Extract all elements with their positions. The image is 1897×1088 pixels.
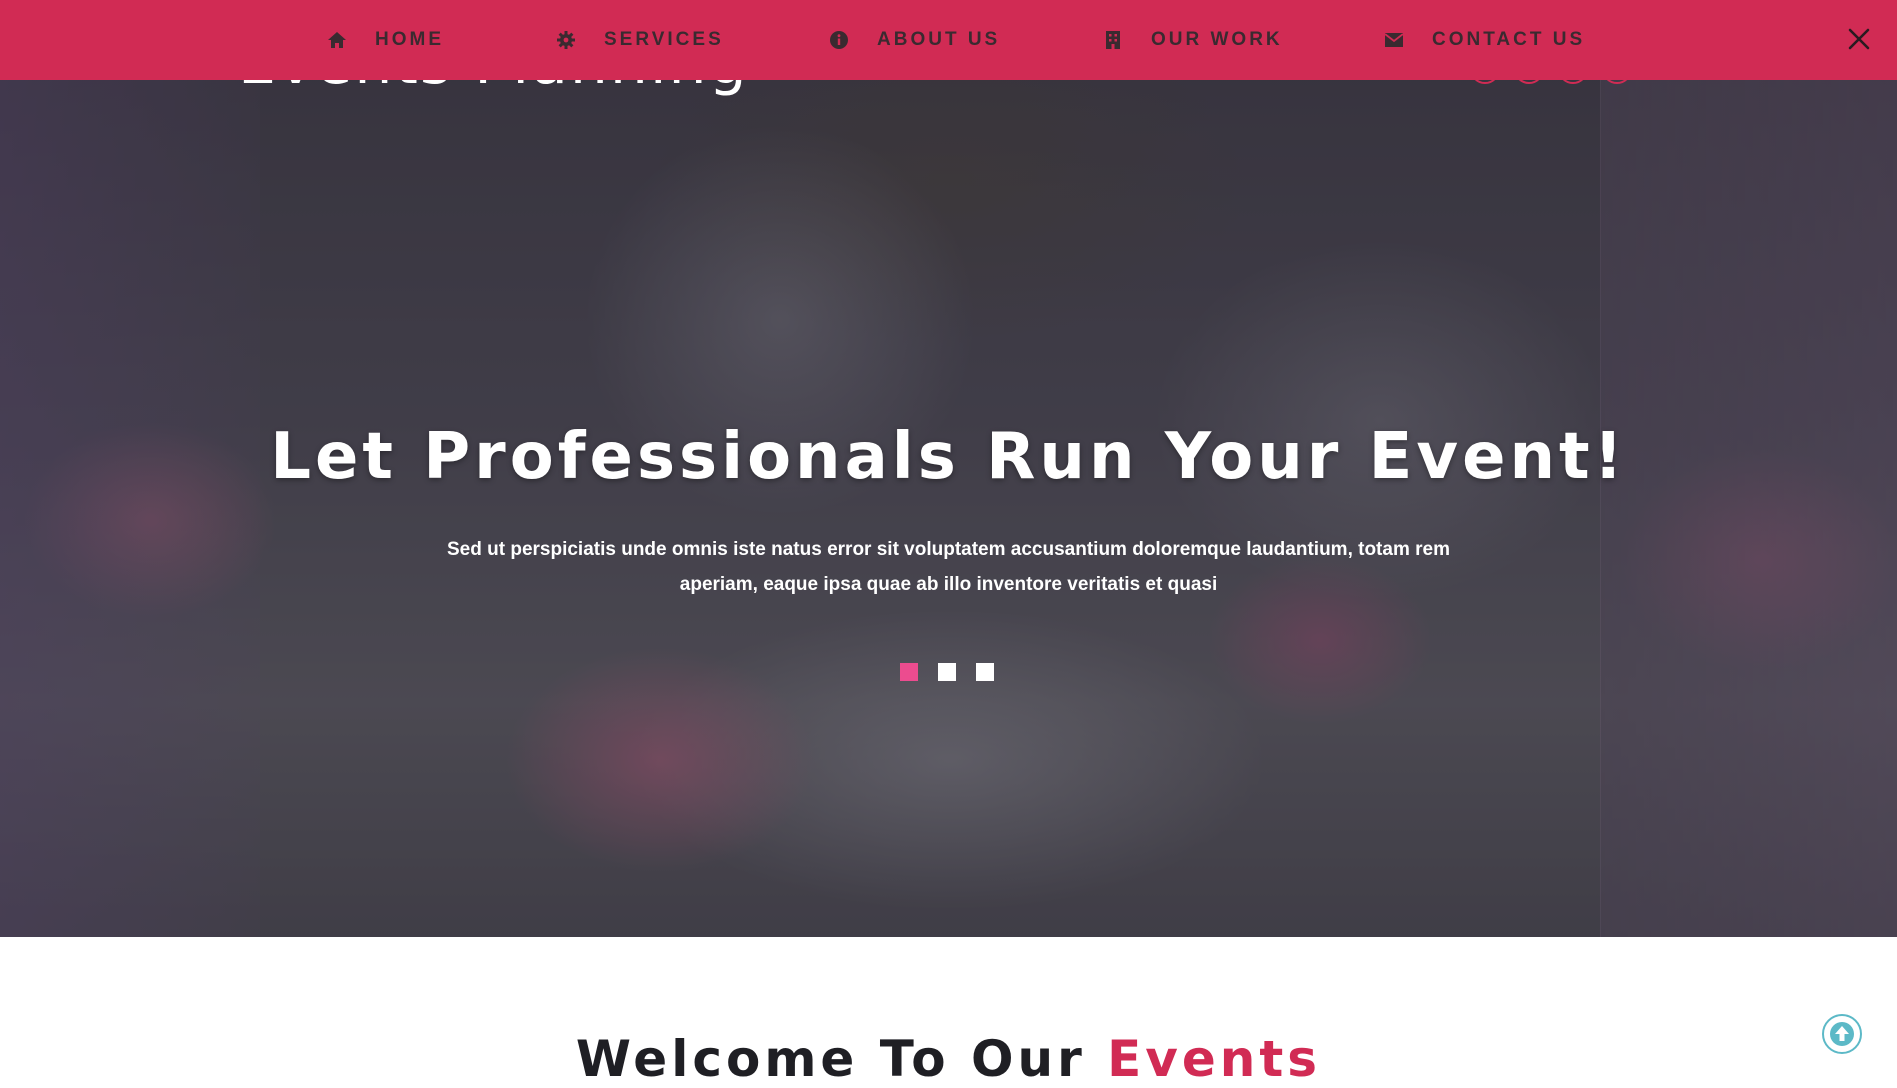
slider-dot-3[interactable]: [976, 663, 994, 681]
nav-label: OUR WORK: [1151, 29, 1283, 50]
hero-description: Sed ut perspiciatis unde omnis iste natu…: [447, 539, 1450, 595]
hero-banner: Events Planning Let Professionals Run Yo…: [0, 0, 1897, 937]
hero-title: Let Professionals Run Your Event!: [270, 420, 1627, 494]
close-menu-button[interactable]: [1846, 26, 1872, 52]
close-icon: [1848, 28, 1870, 50]
info-icon: [829, 30, 849, 50]
nav-item-about-us[interactable]: ABOUT US: [829, 0, 1000, 80]
welcome-heading-prefix: Welcome To Our: [575, 1030, 1108, 1088]
slider-pagination: [900, 663, 994, 681]
nav-item-services[interactable]: SERVICES: [556, 0, 724, 80]
nav-item-home[interactable]: HOME: [327, 0, 444, 80]
nav-label: CONTACT US: [1432, 29, 1586, 50]
envelope-icon: [1384, 30, 1404, 50]
scroll-to-top-button[interactable]: [1822, 1014, 1862, 1054]
top-navigation-bar: HOME SERVICES ABOUT US OUR WORK CONTACT …: [0, 0, 1897, 80]
nav-item-contact-us[interactable]: CONTACT US: [1384, 0, 1585, 80]
nav-label: HOME: [375, 29, 444, 50]
nav-label: ABOUT US: [877, 29, 1001, 50]
gear-icon: [556, 30, 576, 50]
welcome-heading-accent: Events: [1107, 1030, 1322, 1088]
nav-label: SERVICES: [604, 29, 724, 50]
arrow-up-circle-icon: [1830, 1022, 1854, 1046]
building-icon: [1103, 30, 1123, 50]
home-icon: [327, 30, 347, 50]
nav-item-our-work[interactable]: OUR WORK: [1103, 0, 1283, 80]
welcome-heading: Welcome To Our Events: [0, 1030, 1897, 1088]
slider-dot-1[interactable]: [900, 663, 918, 681]
slider-dot-2[interactable]: [938, 663, 956, 681]
